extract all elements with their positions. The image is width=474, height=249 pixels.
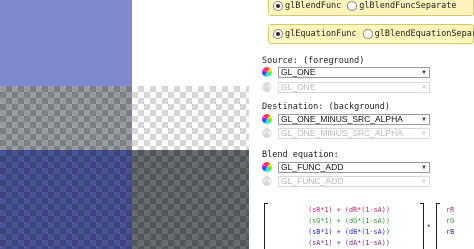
- blend-equation-mode-group: glEquationFunc glBlendEquationSeparate: [268, 24, 474, 44]
- blend-func-mode-group: glBlendFunc glBlendFuncSeparate: [268, 0, 474, 16]
- matrix-operator: *: [427, 223, 431, 231]
- blend-controls-panel: glBlendFunc glBlendFuncSeparate glEquati…: [258, 0, 474, 249]
- background-white-area: [132, 0, 249, 86]
- rhs-bracket-left: [436, 203, 440, 249]
- matrix-row-text: (sB*1) + (dB*(1-sA)): [308, 228, 390, 236]
- color-wheel-disabled-icon: [262, 82, 272, 92]
- equation-alpha-select: GL_FUNC_ADD ▼: [278, 175, 430, 187]
- matrix-bracket-right: [420, 203, 424, 249]
- color-wheel-disabled-icon: [262, 128, 272, 138]
- chevron-down-icon: ▼: [421, 116, 427, 123]
- chevron-down-icon: ▼: [421, 178, 427, 185]
- color-wheel-icon[interactable]: [262, 67, 272, 77]
- matrix-row-text: (sG*1) + (dG*(1-sA)): [308, 217, 390, 225]
- radio-label: glBlendFunc: [285, 1, 342, 11]
- matrix-row-blue: (sB*1) + (dB*(1-sA)): [264, 228, 434, 236]
- source-rgb-select[interactable]: GL_ONE ▼: [278, 66, 430, 78]
- radio-gl-equation-func[interactable]: glEquationFunc: [273, 29, 357, 39]
- radio-selected-icon[interactable]: [273, 1, 283, 11]
- radio-gl-blend-func-separate[interactable]: glBlendFuncSeparate: [347, 1, 457, 11]
- matrix-row-text: (sR*1) + (dR*(1-sA)): [308, 206, 390, 214]
- matrix-row-text: (sA*1) + (dA*(1-sA)): [308, 239, 390, 247]
- matrix-row-red: (sR*1) + (dR*(1-sA)): [264, 206, 434, 214]
- radio-gl-blend-func[interactable]: glBlendFunc: [273, 1, 341, 11]
- blend-equation-label: Blend equation:: [262, 150, 339, 160]
- matrix-row-alpha: (sA*1) + (dA*(1-sA)): [264, 239, 434, 247]
- source-label: Source: (foreground): [262, 56, 365, 66]
- destination-label: Destination: (background): [262, 102, 390, 112]
- select-value: GL_ONE: [281, 81, 316, 92]
- radio-label: glBlendFuncSeparate: [359, 1, 457, 11]
- select-value: GL_ONE_MINUS_SRC_ALPHA: [281, 113, 403, 124]
- rhs-blue: rB: [446, 228, 455, 236]
- select-value: GL_FUNC_ADD: [281, 175, 344, 186]
- radio-label: glBlendEquationSeparate: [374, 29, 474, 39]
- color-wheel-disabled-icon: [262, 176, 272, 186]
- equation-alpha-row: GL_FUNC_ADD ▼: [262, 175, 432, 187]
- radio-label: glEquationFunc: [285, 29, 357, 39]
- blend-equation-matrix: (sR*1) + (dR*(1-sA)) (sG*1) + (dG*(1-sA)…: [264, 203, 474, 249]
- equation-rgb-row: GL_FUNC_ADD ▼: [262, 161, 432, 173]
- color-wheel-icon[interactable]: [262, 114, 272, 124]
- chevron-down-icon: ▼: [421, 164, 427, 171]
- destination-rgb-select[interactable]: GL_ONE_MINUS_SRC_ALPHA ▼: [278, 113, 430, 125]
- chevron-down-icon: ▼: [421, 69, 427, 76]
- chevron-down-icon: ▼: [421, 130, 427, 137]
- background-transparent-checker: [132, 86, 249, 150]
- select-value: GL_FUNC_ADD: [281, 161, 344, 172]
- blend-preview-canvas: [0, 0, 249, 249]
- source-alpha-select: GL_ONE ▼: [278, 81, 430, 93]
- radio-unselected-icon[interactable]: [347, 1, 358, 11]
- select-value: GL_ONE_MINUS_SRC_ALPHA: [281, 127, 403, 138]
- matrix-row-green: (sG*1) + (dG*(1-sA)): [264, 217, 434, 225]
- blend-result-blue: [0, 150, 132, 249]
- blend-result-transparent-gray: [0, 86, 132, 150]
- rhs-red: rR: [446, 206, 455, 214]
- equation-rgb-select[interactable]: GL_FUNC_ADD ▼: [278, 161, 430, 173]
- destination-alpha-select: GL_ONE_MINUS_SRC_ALPHA ▼: [278, 127, 430, 139]
- destination-alpha-row: GL_ONE_MINUS_SRC_ALPHA ▼: [262, 127, 432, 139]
- radio-selected-icon[interactable]: [273, 29, 283, 39]
- radio-unselected-icon[interactable]: [362, 29, 373, 39]
- source-rgb-row: GL_ONE ▼: [262, 66, 432, 78]
- blend-result-dark: [132, 150, 249, 249]
- chevron-down-icon: ▼: [421, 84, 427, 91]
- select-value: GL_ONE: [281, 66, 316, 77]
- destination-rgb-row: GL_ONE_MINUS_SRC_ALPHA ▼: [262, 113, 432, 125]
- color-wheel-icon[interactable]: [262, 162, 272, 172]
- rhs-green: rG: [446, 217, 455, 225]
- source-color-swatch: [0, 0, 132, 86]
- radio-gl-blend-equation-separate[interactable]: glBlendEquationSeparate: [362, 29, 474, 39]
- source-alpha-row: GL_ONE ▼: [262, 81, 432, 93]
